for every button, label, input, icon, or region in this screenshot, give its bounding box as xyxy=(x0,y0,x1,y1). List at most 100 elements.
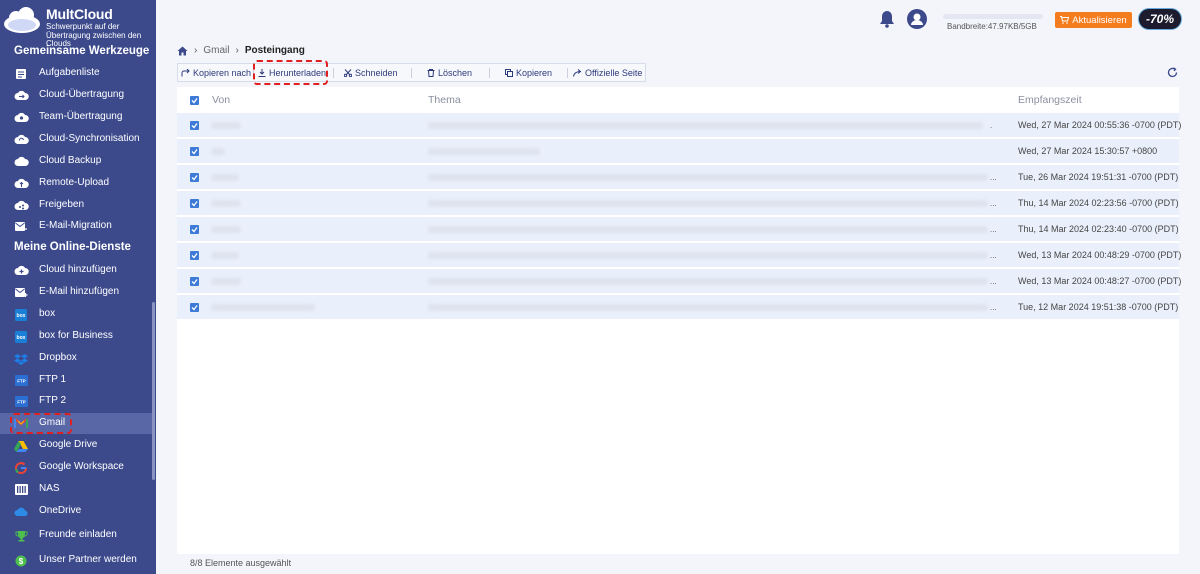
sender-redacted xyxy=(211,174,239,181)
sidebar-item-cloud-transfer[interactable]: Cloud-Übertragung xyxy=(0,85,152,106)
box-icon: box xyxy=(13,307,29,322)
ellipsis-indicator: ... xyxy=(990,251,997,260)
column-header-received[interactable]: Empfangszeit xyxy=(1018,94,1082,106)
table-row[interactable]: ... Wed, 13 Mar 2024 00:48:29 -0700 (PDT… xyxy=(177,243,1182,268)
table-row[interactable]: ... Thu, 14 Mar 2024 02:23:56 -0700 (PDT… xyxy=(177,191,1179,216)
scissors-icon xyxy=(344,68,352,77)
received-time: Wed, 27 Mar 2024 15:30:57 +0800 xyxy=(1018,146,1158,156)
section-tools-title: Gemeinsame Werkzeuge xyxy=(14,45,150,57)
sidebar-item-google-drive[interactable]: Google Drive xyxy=(0,435,152,456)
team-transfer-icon xyxy=(13,110,29,125)
sidebar-item-label: OneDrive xyxy=(39,505,82,516)
table-row[interactable]: ... Thu, 14 Mar 2024 02:23:40 -0700 (PDT… xyxy=(177,217,1179,242)
ellipsis-indicator: . xyxy=(990,121,993,130)
official-site-label: Offizielle Seite xyxy=(585,67,643,78)
table-header: Von Thema Empfangszeit xyxy=(177,87,1179,113)
row-checkbox[interactable] xyxy=(190,303,199,312)
svg-text:FTP: FTP xyxy=(17,400,26,405)
row-checkbox[interactable] xyxy=(190,277,199,286)
home-icon[interactable] xyxy=(177,46,188,56)
sidebar-item-cloud-sync[interactable]: Cloud-Synchronisation xyxy=(0,129,152,150)
cut-button[interactable]: Schneiden xyxy=(344,64,398,81)
sidebar-item-add-cloud[interactable]: Cloud hinzufügen xyxy=(0,260,152,281)
add-cloud-icon xyxy=(13,263,29,278)
refresh-icon[interactable] xyxy=(1167,67,1178,78)
toolbar-divider xyxy=(411,68,412,78)
row-checkbox[interactable] xyxy=(190,225,199,234)
official-site-button[interactable]: Offizielle Seite xyxy=(573,64,642,81)
subject-redacted xyxy=(428,278,988,285)
copy-button[interactable]: Kopieren xyxy=(505,64,552,81)
subject-redacted xyxy=(428,252,988,259)
sidebar-scrollbar[interactable] xyxy=(152,302,155,480)
received-time: Wed, 13 Mar 2024 00:48:29 -0700 (PDT) xyxy=(1018,250,1182,260)
sidebar-item-label: Unser Partner werden xyxy=(39,554,137,565)
row-checkbox[interactable] xyxy=(190,147,199,156)
column-header-from[interactable]: Von xyxy=(212,94,230,106)
table-row[interactable]: ... Tue, 26 Mar 2024 19:51:31 -0700 (PDT… xyxy=(177,165,1179,190)
sidebar-item-invite-friends[interactable]: Freunde einladen xyxy=(0,525,152,546)
sidebar-item-onedrive[interactable]: OneDrive xyxy=(0,501,152,522)
sidebar-item-cloud-backup[interactable]: Cloud Backup xyxy=(0,151,152,172)
sidebar-item-team-transfer[interactable]: Team-Übertragung xyxy=(0,107,152,128)
sidebar-item-box-business[interactable]: box box for Business xyxy=(0,326,152,347)
cloud-sync-icon xyxy=(13,132,29,147)
ellipsis-indicator: ... xyxy=(990,277,997,286)
selection-status: 8/8 Elemente ausgewählt xyxy=(190,558,292,568)
sidebar-item-box[interactable]: box box xyxy=(0,304,152,325)
sidebar-item-label: Dropbox xyxy=(39,352,77,363)
breadcrumb-current: Posteingang xyxy=(244,45,305,56)
table-row[interactable]: ... Wed, 13 Mar 2024 00:48:27 -0700 (PDT… xyxy=(177,269,1182,294)
upgrade-button[interactable]: Aktualisieren xyxy=(1055,12,1132,28)
select-all-checkbox[interactable] xyxy=(190,96,199,105)
copy-to-button[interactable]: Kopieren nach xyxy=(181,64,251,81)
sidebar-item-ftp-1[interactable]: FTP FTP 1 xyxy=(0,370,152,391)
table-row[interactable]: . Wed, 27 Mar 2024 00:55:36 -0700 (PDT) xyxy=(177,113,1181,138)
row-checkbox[interactable] xyxy=(190,251,199,260)
sidebar-item-ftp-2[interactable]: FTP FTP 2 xyxy=(0,391,152,412)
gmail-highlight-box xyxy=(10,413,72,434)
table-row[interactable]: ... Tue, 12 Mar 2024 19:51:38 -0700 (PDT… xyxy=(177,295,1179,320)
remote-upload-icon xyxy=(13,176,29,191)
subject-redacted xyxy=(428,200,988,207)
subject-redacted xyxy=(428,304,988,311)
breadcrumb-gmail[interactable]: Gmail xyxy=(203,45,229,56)
subject-redacted xyxy=(428,148,540,155)
sender-redacted xyxy=(211,200,241,207)
trophy-icon xyxy=(13,528,29,543)
sidebar-item-google-workspace[interactable]: Google Workspace xyxy=(0,457,152,478)
sidebar-item-partner[interactable]: $ Unser Partner werden xyxy=(0,550,152,571)
sidebar-item-remote-upload[interactable]: Remote-Upload xyxy=(0,173,152,194)
sidebar-item-email-migration[interactable]: E-Mail-Migration xyxy=(0,216,152,237)
copy-to-label: Kopieren nach xyxy=(193,67,252,78)
column-header-subject[interactable]: Thema xyxy=(428,94,461,106)
sidebar-item-label: Google Workspace xyxy=(39,461,124,472)
promo-badge[interactable]: -70% xyxy=(1138,8,1182,30)
sidebar-item-add-email[interactable]: E-Mail hinzufügen xyxy=(0,282,152,303)
sidebar-item-nas[interactable]: NAS xyxy=(0,479,152,500)
sidebar-item-share[interactable]: Freigeben xyxy=(0,195,152,216)
sidebar-item-aufgabenliste[interactable]: Aufgabenliste xyxy=(0,63,152,84)
row-checkbox[interactable] xyxy=(190,173,199,182)
sidebar-item-label: E-Mail-Migration xyxy=(39,220,112,231)
box-business-icon: box xyxy=(13,329,29,344)
delete-button[interactable]: Löschen xyxy=(427,64,472,81)
table-row[interactable]: Wed, 27 Mar 2024 15:30:57 +0800 xyxy=(177,139,1179,164)
bell-icon[interactable] xyxy=(879,10,895,28)
cloud-backup-icon xyxy=(13,154,29,169)
add-email-icon xyxy=(13,285,29,300)
received-time: Wed, 13 Mar 2024 00:48:27 -0700 (PDT) xyxy=(1018,276,1182,286)
delete-label: Löschen xyxy=(438,67,473,78)
sender-redacted xyxy=(211,148,225,155)
copy-icon xyxy=(505,68,513,77)
row-checkbox[interactable] xyxy=(190,121,199,130)
row-checkbox[interactable] xyxy=(190,199,199,208)
list-icon xyxy=(13,66,29,81)
app-logo[interactable]: MultCloud Schwerpunkt auf der Übertragun… xyxy=(2,3,154,48)
download-highlight-box xyxy=(253,60,328,85)
sidebar-item-label: Cloud-Synchronisation xyxy=(39,133,140,144)
avatar[interactable] xyxy=(907,9,927,29)
svg-text:FTP: FTP xyxy=(17,379,26,384)
sender-redacted xyxy=(211,252,239,259)
sidebar-item-dropbox[interactable]: Dropbox xyxy=(0,348,152,369)
